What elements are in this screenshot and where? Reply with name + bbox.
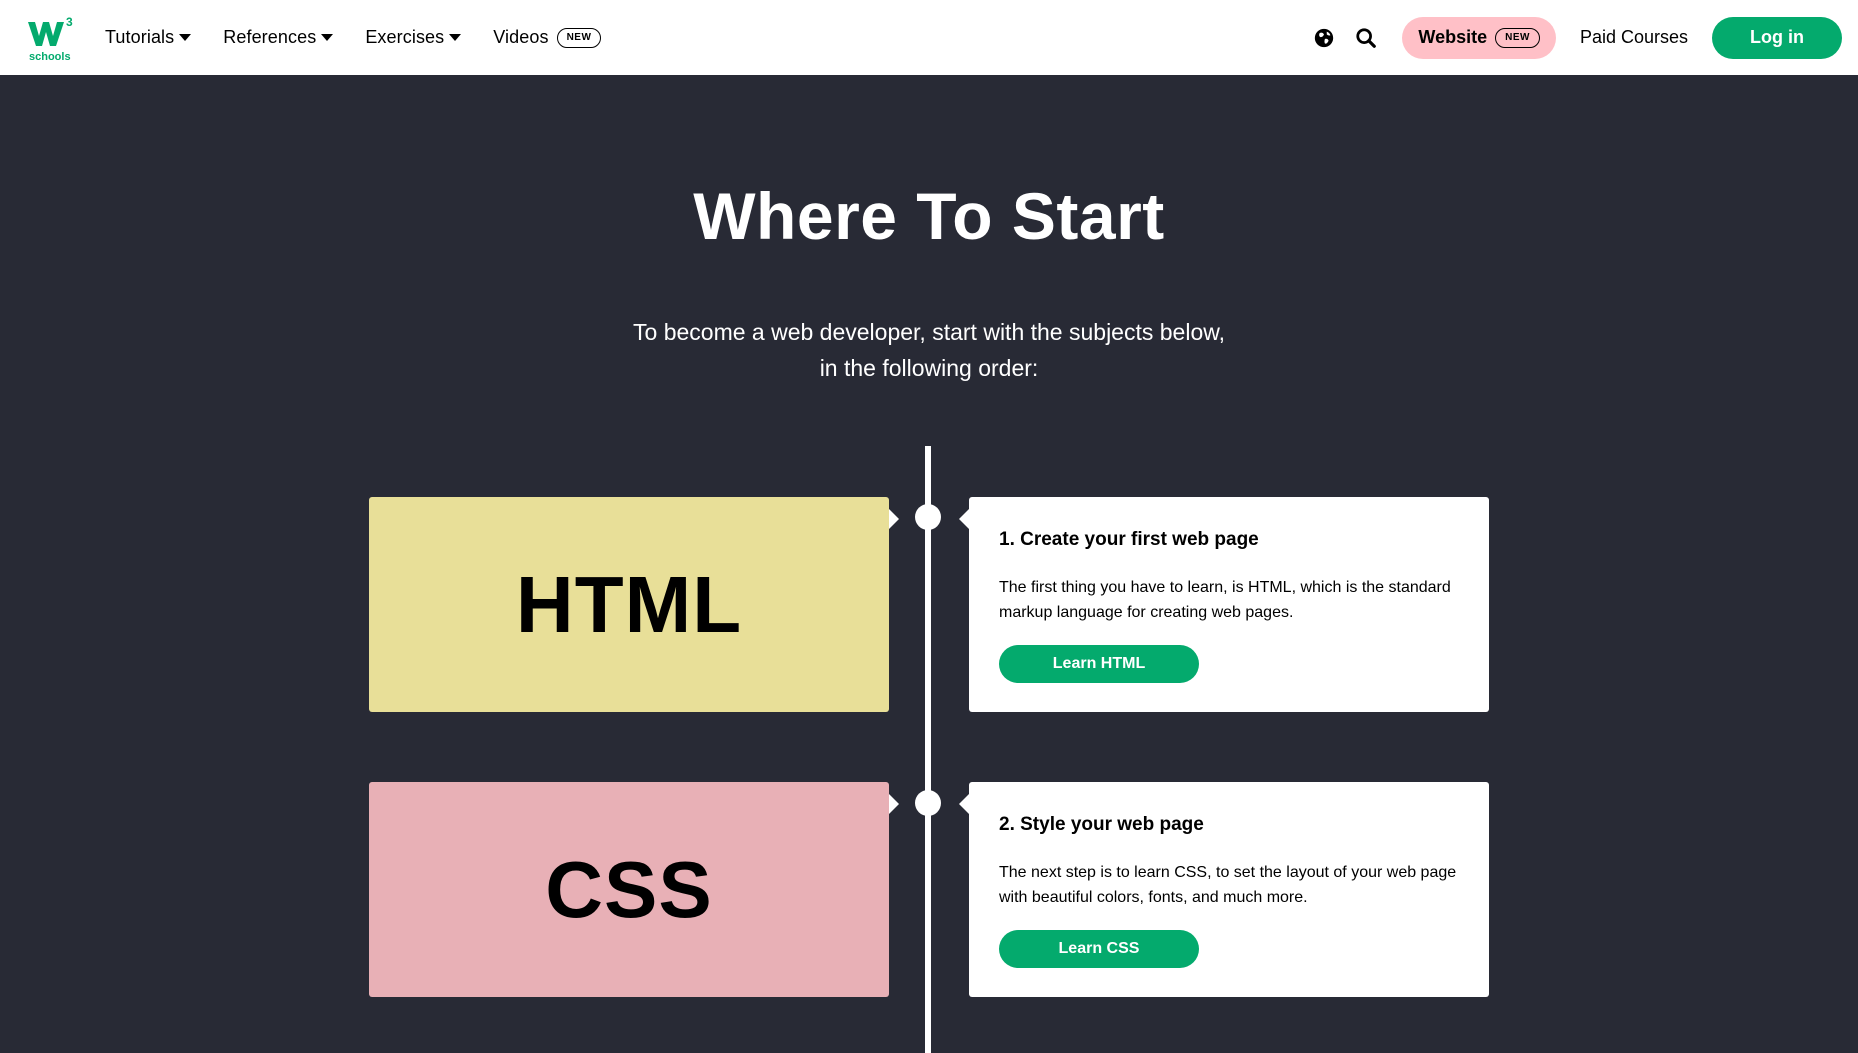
nav-exercises[interactable]: Exercises (365, 27, 462, 48)
nav-exercises-label: Exercises (365, 27, 445, 47)
main-menu: Tutorials References Exercises Videos NE… (105, 0, 633, 75)
caret-down-icon (449, 34, 462, 41)
login-button[interactable]: Log in (1712, 16, 1842, 59)
nav-videos-label: Videos (493, 27, 549, 47)
learn-html-button[interactable]: Learn HTML (999, 645, 1199, 683)
search-icon[interactable] (1354, 26, 1378, 50)
timeline-dot (915, 504, 941, 530)
step-card-html: 1. Create your first web page The first … (959, 497, 1489, 712)
globe-icon[interactable] (1312, 26, 1336, 50)
w3schools-logo-icon[interactable]: 3 schools (26, 14, 76, 62)
page-subtitle: To become a web developer, start with th… (0, 314, 1858, 386)
subject-card-css[interactable]: CSS (369, 782, 899, 997)
nav-references[interactable]: References (223, 27, 334, 48)
subtitle-line-2: in the following order: (819, 355, 1039, 381)
nav-tutorials-label: Tutorials (105, 27, 175, 47)
learn-css-button[interactable]: Learn CSS (999, 930, 1199, 968)
website-label: Website (1418, 27, 1488, 47)
nav-references-label: References (223, 27, 317, 47)
new-badge: NEW (1495, 27, 1540, 48)
step-description: The next step is to learn CSS, to set th… (999, 864, 1457, 906)
nav-tutorials[interactable]: Tutorials (105, 27, 192, 48)
svg-text:3: 3 (66, 15, 73, 29)
step-title: 1. Create your first web page (999, 529, 1259, 550)
subject-card-html[interactable]: HTML (369, 497, 899, 712)
step-title: 2. Style your web page (999, 814, 1204, 835)
top-navbar: 3 schools Tutorials References Exercises… (0, 0, 1858, 75)
step-description: The first thing you have to learn, is HT… (999, 579, 1451, 621)
caret-down-icon (321, 34, 334, 41)
new-badge: NEW (556, 27, 602, 48)
step-card-css: 2. Style your web page The next step is … (959, 782, 1489, 997)
nav-right-group: Website NEW Paid Courses Log in (1312, 0, 1842, 75)
paid-courses-link[interactable]: Paid Courses (1580, 27, 1688, 48)
timeline-line (925, 446, 931, 1053)
nav-videos[interactable]: Videos NEW (493, 27, 602, 48)
website-button[interactable]: Website NEW (1402, 16, 1556, 59)
subject-name: CSS (545, 844, 713, 934)
subtitle-line-1: To become a web developer, start with th… (633, 319, 1225, 345)
page-title: Where To Start (693, 179, 1165, 253)
svg-text:schools: schools (29, 51, 71, 62)
caret-down-icon (179, 34, 192, 41)
subject-name: HTML (515, 559, 743, 649)
timeline-dot (915, 790, 941, 816)
